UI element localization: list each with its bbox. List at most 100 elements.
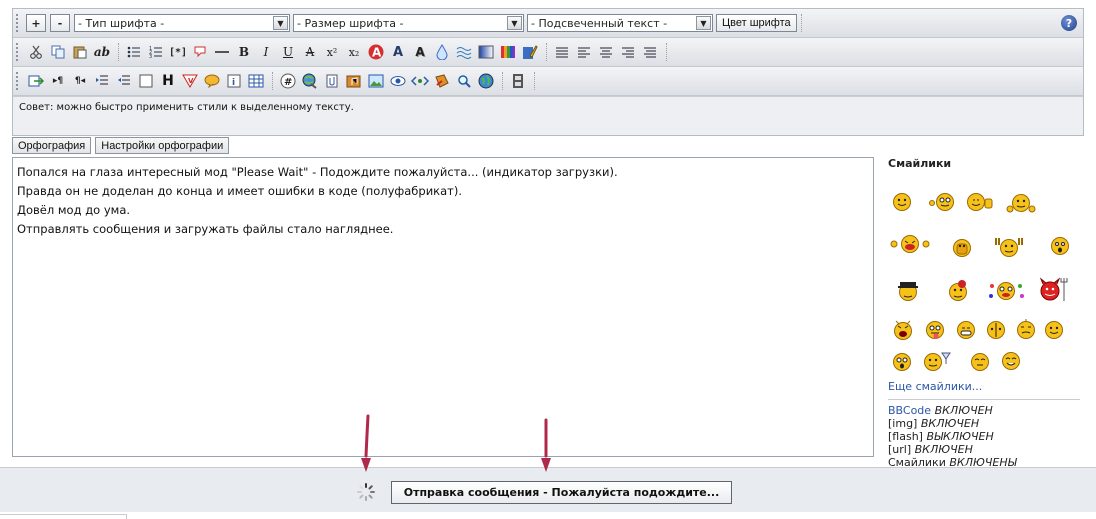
align-left-icon[interactable] xyxy=(574,42,594,62)
flash-label: [flash] xyxy=(888,430,923,443)
film-icon[interactable] xyxy=(508,71,528,91)
underline-icon[interactable]: U xyxy=(278,42,298,62)
more-smilies-link[interactable]: Еще смайлики... xyxy=(888,380,1080,400)
table-icon[interactable] xyxy=(246,71,266,91)
toolbar-grip[interactable] xyxy=(16,14,22,32)
font-size-increase-button[interactable]: + xyxy=(26,14,46,32)
horizontal-rule-icon[interactable] xyxy=(212,42,232,62)
align-justify-icon[interactable] xyxy=(640,42,660,62)
marker-icon[interactable] xyxy=(520,42,540,62)
tongue-icon[interactable] xyxy=(924,318,946,342)
highlight-select[interactable]: - Подсвеченный текст - ▼ xyxy=(527,14,713,32)
translit-icon[interactable] xyxy=(432,71,452,91)
ltr-icon[interactable]: ▸¶ xyxy=(48,71,68,91)
outdent-icon[interactable] xyxy=(114,71,134,91)
drink-icon[interactable] xyxy=(922,350,952,372)
dizzy-icon[interactable] xyxy=(1016,318,1036,340)
code-icon[interactable] xyxy=(410,71,430,91)
cool-icon[interactable] xyxy=(896,278,920,302)
rainbow-icon[interactable] xyxy=(498,42,518,62)
bbcode-link[interactable]: BBCode xyxy=(888,404,931,417)
toolbar-grip[interactable] xyxy=(16,43,22,61)
smilies-panel: Смайлики Еще смайлики... BBCode ВКЛЮЧЕН … xyxy=(888,157,1084,469)
gradient-icon[interactable] xyxy=(476,42,496,62)
strikethrough-icon[interactable]: A xyxy=(300,42,320,62)
font-type-select[interactable]: - Тип шрифта - ▼ xyxy=(74,14,290,32)
subscript-icon[interactable]: x₂ xyxy=(344,42,364,62)
font-size-decrease-button[interactable]: - xyxy=(50,14,70,32)
globe-icon[interactable] xyxy=(476,71,496,91)
font-color-icon[interactable]: A xyxy=(366,42,386,62)
align-center-icon[interactable] xyxy=(596,42,616,62)
offtopic-icon[interactable] xyxy=(202,71,222,91)
hash-icon[interactable]: # xyxy=(278,71,298,91)
quote-icon[interactable] xyxy=(190,42,210,62)
copy-icon[interactable] xyxy=(48,42,68,62)
paste-text-icon[interactable]: ab xyxy=(92,42,112,62)
spell-settings-button[interactable]: Настройки орфографии xyxy=(95,137,230,154)
box-icon[interactable] xyxy=(136,71,156,91)
blush-icon[interactable] xyxy=(1000,350,1022,372)
surprised-icon[interactable] xyxy=(1050,236,1070,256)
wink-icon[interactable] xyxy=(928,192,956,212)
url-state: ВКЛЮЧЕН xyxy=(914,443,973,456)
chevron-down-icon[interactable]: ▼ xyxy=(273,16,288,30)
editor-panel: + - - Тип шрифта - ▼ - Размер шрифта - ▼… xyxy=(12,8,1084,136)
message-textarea[interactable]: Попался на глаза интересный мод "Please … xyxy=(12,157,874,457)
header-icon[interactable]: H xyxy=(158,71,178,91)
indent-icon[interactable] xyxy=(92,71,112,91)
info-icon[interactable]: i xyxy=(224,71,244,91)
spoiler-icon[interactable]: V xyxy=(180,71,200,91)
bullet-list-icon[interactable] xyxy=(124,42,144,62)
search-icon[interactable] xyxy=(454,71,474,91)
list-item-icon[interactable]: [*] xyxy=(168,42,188,62)
bold-icon[interactable]: B xyxy=(234,42,254,62)
grin-icon[interactable] xyxy=(956,320,976,340)
text-shadow-icon[interactable]: A xyxy=(410,42,430,62)
highlight-value: - Подсвеченный текст - xyxy=(531,16,668,30)
music-icon[interactable] xyxy=(344,71,364,91)
font-color-button[interactable]: Цвет шрифта xyxy=(716,14,797,32)
laugh-icon[interactable] xyxy=(890,234,930,254)
align-right-icon[interactable] xyxy=(618,42,638,62)
thumbsup-icon[interactable] xyxy=(966,192,994,212)
crazy-icon[interactable] xyxy=(986,278,1026,302)
rose-icon[interactable] xyxy=(944,278,972,302)
link-icon[interactable] xyxy=(300,71,320,91)
italic-icon[interactable]: I xyxy=(256,42,276,62)
cut-icon[interactable] xyxy=(26,42,46,62)
rtl-icon[interactable]: ¶◂ xyxy=(70,71,90,91)
image-icon[interactable] xyxy=(366,71,386,91)
hide-icon[interactable] xyxy=(388,71,408,91)
font-bg-icon[interactable]: A xyxy=(388,42,408,62)
shout-icon[interactable] xyxy=(892,318,914,342)
justify-icon[interactable] xyxy=(552,42,572,62)
toolbar-grip[interactable] xyxy=(16,72,22,90)
chevron-down-icon[interactable]: ▼ xyxy=(696,16,711,30)
scared-icon[interactable] xyxy=(952,238,972,258)
devil-icon[interactable] xyxy=(1036,274,1070,302)
shy-icon[interactable] xyxy=(970,352,990,372)
numbered-list-icon[interactable]: 123 xyxy=(146,42,166,62)
annotation-arrow-right xyxy=(541,418,551,472)
help-icon[interactable]: ? xyxy=(1061,15,1077,31)
smile2-icon[interactable] xyxy=(1044,320,1064,340)
svg-text:A: A xyxy=(372,46,382,60)
toolbar-separator xyxy=(800,14,803,32)
paste-icon[interactable] xyxy=(70,42,90,62)
attachment-icon[interactable] xyxy=(322,71,342,91)
spell-check-button[interactable]: Орфография xyxy=(12,137,92,154)
clap-icon[interactable] xyxy=(1006,192,1036,214)
insert-icon[interactable] xyxy=(26,71,46,91)
bbcode-state: ВКЛЮЧЕН xyxy=(934,404,993,417)
superscript-icon[interactable]: x² xyxy=(322,42,342,62)
shocked-icon[interactable] xyxy=(892,352,912,372)
rock-icon[interactable] xyxy=(992,236,1026,258)
font-size-select[interactable]: - Размер шрифта - ▼ xyxy=(293,14,524,32)
submit-button[interactable]: Отправка сообщения - Пожалуйста подождит… xyxy=(391,481,732,504)
mask-icon[interactable] xyxy=(986,320,1006,340)
blur-icon[interactable] xyxy=(432,42,452,62)
smile-icon[interactable] xyxy=(892,192,912,212)
wave-icon[interactable] xyxy=(454,42,474,62)
chevron-down-icon[interactable]: ▼ xyxy=(507,16,522,30)
